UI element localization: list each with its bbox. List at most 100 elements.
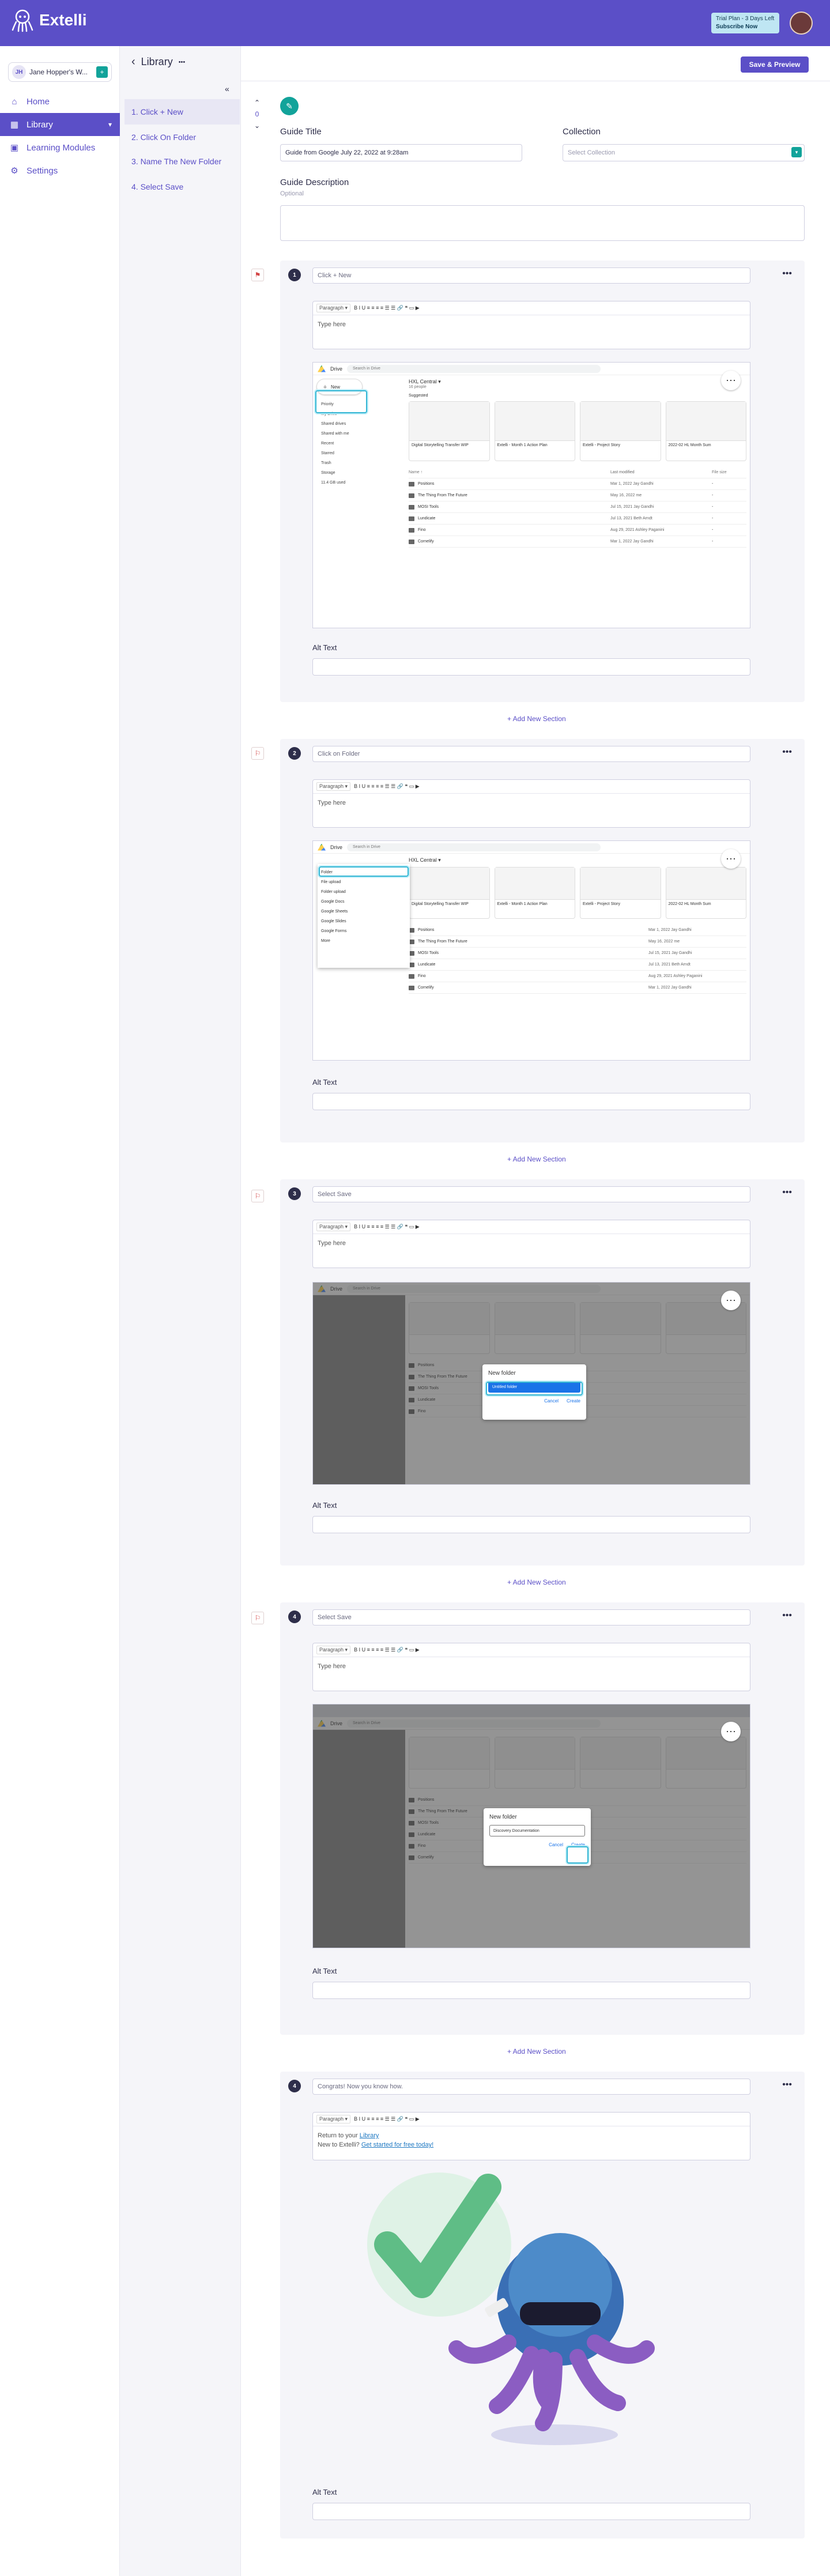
format-buttons[interactable]: B I U ≡ ≡ ≡ ≡ ☰ ☰ 🔗 ❝ ▭ ▶ — [354, 1647, 420, 1653]
screenshot-menu-icon[interactable]: ⋯ — [721, 1722, 741, 1741]
flag-icon[interactable]: ⚐ — [251, 747, 264, 760]
screenshot-drive-folder[interactable]: Drive Search in Drive HXL Central ▾ Digit… — [312, 840, 750, 1061]
editor-toolbar: Paragraph ▾ B I U ≡ ≡ ≡ ≡ ☰ ☰ 🔗 ❝ ▭ ▶ — [313, 301, 750, 315]
editor-toolbar: Paragraph ▾ B I U ≡ ≡ ≡ ≡ ☰ ☰ 🔗 ❝ ▭ ▶ — [313, 2113, 750, 2126]
screenshot-menu-icon[interactable]: ⋯ — [721, 371, 741, 390]
drive-logo-icon — [318, 365, 326, 372]
sidebar-item-library[interactable]: ▦ Library ▾ — [0, 113, 120, 136]
library-link[interactable]: Library — [360, 2132, 379, 2139]
format-buttons[interactable]: B I U ≡ ≡ ≡ ≡ ☰ ☰ 🔗 ❝ ▭ ▶ — [354, 305, 420, 311]
flag-icon[interactable]: ⚑ — [251, 269, 264, 281]
screenshot-menu-icon[interactable]: ⋯ — [721, 849, 741, 869]
rich-text-editor[interactable]: Paragraph ▾ B I U ≡ ≡ ≡ ≡ ☰ ☰ 🔗 ❝ ▭ ▶ Re… — [312, 2112, 750, 2160]
add-section-button[interactable]: + Add New Section — [507, 2047, 566, 2055]
page-title: Library — [141, 56, 173, 67]
alt-text-label: Alt Text — [312, 1501, 337, 1510]
step-link-4[interactable]: 4. Select Save — [124, 174, 240, 199]
screenshot-new-folder-dialog[interactable]: DriveSearch in Drive Positions The Thing… — [312, 1282, 750, 1485]
rich-text-editor[interactable]: Paragraph ▾ B I U ≡ ≡ ≡ ≡ ☰ ☰ 🔗 ❝ ▭ ▶ Ty… — [312, 301, 750, 349]
arrow-up-icon[interactable]: ⌃ — [251, 97, 263, 108]
flag-icon[interactable]: ⚐ — [251, 1190, 264, 1202]
editor-placeholder[interactable]: Type here — [313, 794, 750, 812]
sidebar-item-learning-modules[interactable]: ▣ Learning Modules — [0, 136, 120, 159]
get-started-link[interactable]: Get started for free today! — [361, 2141, 433, 2148]
paragraph-dropdown[interactable]: Paragraph ▾ — [316, 2115, 351, 2124]
main-nav: ⌂ Home ▦ Library ▾ ▣ Learning Modules ⚙ Setti… — [0, 90, 120, 182]
alt-text-input[interactable] — [312, 2503, 750, 2520]
format-buttons[interactable]: B I U ≡ ≡ ≡ ≡ ☰ ☰ 🔗 ❝ ▭ ▶ — [354, 1224, 420, 1230]
section-menu-icon[interactable]: ••• — [782, 269, 792, 279]
format-buttons[interactable]: B I U ≡ ≡ ≡ ≡ ☰ ☰ 🔗 ❝ ▭ ▶ — [354, 783, 420, 790]
arrow-down-icon[interactable]: ⌄ — [251, 120, 263, 131]
rich-text-editor[interactable]: Paragraph ▾ B I U ≡ ≡ ≡ ≡ ☰ ☰ 🔗 ❝ ▭ ▶ Ty… — [312, 1643, 750, 1691]
paragraph-dropdown[interactable]: Paragraph ▾ — [316, 1223, 351, 1231]
trial-banner[interactable]: Trial Plan - 3 Days Left Subscribe Now — [711, 13, 779, 33]
highlight-box — [486, 1382, 583, 1396]
chevron-down-icon[interactable]: ▾ — [791, 147, 802, 157]
screenshot-drive-new[interactable]: Drive Search in Drive ＋ New Priority My Dri… — [312, 362, 750, 628]
screenshot-save-folder[interactable]: DriveSearch in Drive Positions The Thing… — [312, 1704, 750, 1948]
alt-text-input[interactable] — [312, 1516, 750, 1533]
step-link-1[interactable]: 1. Click + New — [124, 99, 240, 125]
section-menu-icon[interactable]: ••• — [782, 1611, 792, 1621]
flag-icon[interactable]: ⚐ — [251, 1612, 264, 1624]
back-icon[interactable]: ‹ — [131, 55, 135, 69]
section-number: 4 — [288, 2080, 301, 2092]
brand[interactable]: Extelli — [10, 8, 86, 32]
sidebar-item-label: Library — [27, 119, 53, 130]
alt-text-input[interactable] — [312, 1093, 750, 1110]
page-header: ‹ Library ••• — [131, 55, 185, 69]
alt-text-input[interactable] — [312, 658, 750, 676]
step-link-3[interactable]: 3. Name The New Folder — [124, 149, 240, 174]
paragraph-dropdown[interactable]: Paragraph ▾ — [316, 782, 351, 791]
add-section-button[interactable]: + Add New Section — [507, 715, 566, 723]
paragraph-dropdown[interactable]: Paragraph ▾ — [316, 304, 351, 312]
editor-toolbar: Paragraph ▾ B I U ≡ ≡ ≡ ≡ ☰ ☰ 🔗 ❝ ▭ ▶ — [313, 1643, 750, 1657]
sidebar-item-settings[interactable]: ⚙ Settings — [0, 159, 120, 182]
more-options-icon[interactable]: ••• — [179, 59, 186, 66]
guide-description-input[interactable] — [280, 205, 805, 241]
section-title-input[interactable]: Click + New — [312, 267, 750, 284]
paragraph-dropdown[interactable]: Paragraph ▾ — [316, 1646, 351, 1654]
avatar[interactable] — [790, 12, 813, 35]
rich-text-editor[interactable]: Paragraph ▾ B I U ≡ ≡ ≡ ≡ ☰ ☰ 🔗 ❝ ▭ ▶ Ty… — [312, 1220, 750, 1268]
section-1: 1 Click + New ••• Paragraph ▾ B I U ≡ ≡ … — [280, 261, 805, 702]
alt-text-input[interactable] — [312, 1982, 750, 1999]
save-preview-button[interactable]: Save & Preview — [741, 56, 809, 73]
subscribe-link[interactable]: Subscribe Now — [716, 23, 775, 31]
section-menu-icon[interactable]: ••• — [782, 1187, 792, 1198]
section-title-input[interactable]: Click on Folder — [312, 746, 750, 762]
section-title-input[interactable]: Select Save — [312, 1186, 750, 1202]
drive-name: Drive — [330, 365, 343, 372]
guide-title-input[interactable]: Guide from Google July 22, 2022 at 9:28a… — [280, 144, 522, 161]
modules-icon: ▣ — [10, 143, 19, 153]
alt-text-label: Alt Text — [312, 2488, 337, 2496]
gear-icon: ⚙ — [10, 166, 18, 176]
steps-panel — [120, 46, 241, 2576]
editor-placeholder[interactable]: Type here — [313, 1657, 750, 1676]
rich-text-editor[interactable]: Paragraph ▾ B I U ≡ ≡ ≡ ≡ ☰ ☰ 🔗 ❝ ▭ ▶ Ty… — [312, 779, 750, 828]
editor-placeholder[interactable]: Type here — [313, 1234, 750, 1253]
step-link-2[interactable]: 2. Click On Folder — [124, 125, 240, 150]
collapse-panel-icon[interactable]: « — [225, 84, 229, 93]
sidebar-item-label: Learning Modules — [27, 142, 96, 153]
section-title-input[interactable]: Congrats! Now you know how. — [312, 2079, 750, 2095]
section-menu-icon[interactable]: ••• — [782, 2080, 792, 2090]
add-workspace-button[interactable]: + — [96, 66, 108, 78]
section-menu-icon[interactable]: ••• — [782, 747, 792, 757]
screenshot-menu-icon[interactable]: ⋯ — [721, 1291, 741, 1310]
top-bar: Extelli Trial Plan - 3 Days Left Subscri… — [0, 0, 830, 46]
collection-select[interactable]: Select Collection ▾ — [563, 144, 805, 161]
add-section-button[interactable]: + Add New Section — [507, 1578, 566, 1586]
section-number: 2 — [288, 747, 301, 760]
add-section-button[interactable]: + Add New Section — [507, 1155, 566, 1163]
highlight-box — [319, 866, 409, 877]
editor-placeholder[interactable]: Type here — [313, 315, 750, 334]
sidebar-item-home[interactable]: ⌂ Home — [0, 90, 120, 113]
chevron-down-icon[interactable]: ▾ — [108, 120, 112, 129]
section-title-input[interactable]: Select Save — [312, 1609, 750, 1625]
format-buttons[interactable]: B I U ≡ ≡ ≡ ≡ ☰ ☰ 🔗 ❝ ▭ ▶ — [354, 2116, 420, 2122]
workspace-switcher[interactable]: JH Jane Hopper's W... + — [8, 62, 112, 82]
editor-content[interactable]: Return to your Library New to Extelli? G… — [313, 2126, 750, 2154]
guide-icon[interactable]: ✎ — [280, 97, 299, 115]
